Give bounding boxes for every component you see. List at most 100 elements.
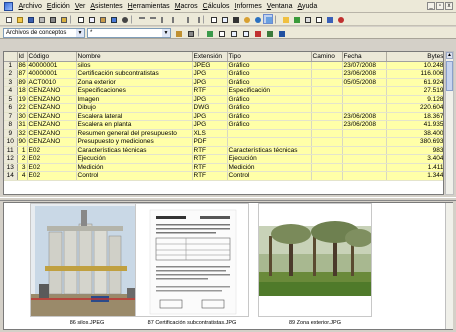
thumbnail-card[interactable]: 87 Certificación subcontratistas.JPG <box>135 203 249 329</box>
thumbnail-card[interactable]: 86 silos.JPEG <box>30 203 144 329</box>
calculator-icon[interactable] <box>302 14 312 24</box>
cell-code[interactable]: CENZANO <box>27 129 77 138</box>
cut-icon[interactable] <box>75 14 85 24</box>
row-number[interactable]: 3 <box>4 78 18 87</box>
header-path[interactable]: Camino <box>311 52 343 62</box>
cell-path[interactable] <box>311 129 343 138</box>
row-number[interactable]: 2 <box>4 69 18 79</box>
image-add-icon[interactable] <box>204 28 214 38</box>
menu-archivo[interactable]: Archivo <box>16 3 44 10</box>
cell-name[interactable]: Especificaciones <box>76 86 193 96</box>
header-code[interactable]: Código <box>27 52 77 62</box>
cell-id[interactable]: 18 <box>17 86 28 96</box>
filter-selector[interactable]: * ▼ <box>87 27 171 38</box>
thumbnail-silos[interactable] <box>30 203 144 317</box>
restore-button[interactable]: ▫ <box>436 2 444 10</box>
gallery-scrollbar[interactable] <box>445 203 453 329</box>
cell-type[interactable]: Gráfico <box>227 61 312 70</box>
table-row[interactable]: 2 87 40000001 Certificación subcontratistas… <box>4 69 443 79</box>
header-bytes[interactable]: Bytes <box>386 52 443 62</box>
row-number[interactable]: 13 <box>4 163 18 172</box>
cell-code[interactable]: CENZANO <box>27 120 77 130</box>
find-icon[interactable] <box>119 14 129 24</box>
cell-name[interactable]: Características técnicas <box>76 146 193 155</box>
cell-ext[interactable]: RTF <box>192 163 228 172</box>
cell-path[interactable] <box>311 95 343 104</box>
header-name[interactable]: Nombre <box>76 52 193 62</box>
cell-path[interactable] <box>311 163 343 172</box>
cell-ext[interactable]: RTF <box>192 171 228 181</box>
menu-asistentes[interactable]: Asistentes <box>88 3 125 10</box>
row-number[interactable]: 11 <box>4 146 18 155</box>
grid-scrollbar[interactable]: ▲ <box>445 51 454 195</box>
concept-selector[interactable]: Archivos de conceptos ▼ <box>3 27 85 38</box>
cell-name[interactable]: Ejecución <box>76 154 193 164</box>
cell-type[interactable]: Especificación <box>227 86 312 96</box>
cell-id[interactable]: 32 <box>17 129 28 138</box>
cell-id[interactable]: 30 <box>17 112 28 121</box>
chevron-down-icon[interactable]: ▼ <box>76 28 84 37</box>
cell-date[interactable]: 23/06/2008 <box>342 120 387 130</box>
properties-icon[interactable] <box>36 14 46 24</box>
menu-herramientas[interactable]: Herramientas <box>125 3 172 10</box>
cell-bytes[interactable]: 38.400 <box>386 129 443 138</box>
cell-ext[interactable]: JPEG <box>192 61 228 70</box>
cell-name[interactable]: Imagen <box>76 95 193 104</box>
thumbnail-zona-exterior[interactable] <box>258 203 372 317</box>
cell-type[interactable]: Gráfico <box>227 103 312 113</box>
folder-icon[interactable] <box>280 14 290 24</box>
header-id[interactable]: Id <box>17 52 28 62</box>
cell-type[interactable]: Características técnicas <box>227 146 312 155</box>
cell-date[interactable] <box>342 95 387 104</box>
printer-icon[interactable] <box>47 14 57 24</box>
cell-bytes[interactable]: 1.411 <box>386 163 443 172</box>
first-record-icon[interactable] <box>158 14 168 24</box>
cell-bytes[interactable]: 10.248 <box>386 61 443 70</box>
cell-name[interactable]: Presupuesto y mediciones <box>76 137 193 147</box>
cell-path[interactable] <box>311 171 343 181</box>
cell-bytes[interactable]: 380.693 <box>386 137 443 147</box>
cell-name[interactable]: Control <box>76 171 193 181</box>
cell-bytes[interactable]: 983 <box>386 146 443 155</box>
add-column-icon[interactable] <box>228 28 238 38</box>
tree-view-icon[interactable] <box>219 14 229 24</box>
cell-bytes[interactable]: 220.604 <box>386 103 443 113</box>
table-row[interactable]: 6 22 CENZANO Dibujo DWG Gráfico 220.604 <box>4 103 443 113</box>
cell-id[interactable]: 3 <box>17 163 28 172</box>
cell-path[interactable] <box>311 146 343 155</box>
table-row[interactable]: 4 18 CENZANO Especificaciones RTF Especificac… <box>4 86 443 96</box>
cell-code[interactable]: E02 <box>27 154 77 164</box>
menu-calculos[interactable]: Cálculos <box>200 3 232 10</box>
chart-icon[interactable] <box>291 14 301 24</box>
cell-id[interactable]: 4 <box>17 171 28 181</box>
menu-informes[interactable]: Informes <box>232 3 264 10</box>
table-row[interactable]: 14 4 E02 Control RTF Control 1.344 <box>4 171 443 181</box>
cell-ext[interactable]: JPG <box>192 112 228 121</box>
cell-id[interactable]: 1 <box>17 146 28 155</box>
cell-path[interactable] <box>311 120 343 130</box>
cell-name[interactable]: Certificación subcontratistas <box>76 69 193 79</box>
cell-id[interactable]: 90 <box>17 137 28 147</box>
house-icon[interactable] <box>230 14 240 24</box>
last-record-icon[interactable] <box>191 14 201 24</box>
cell-type[interactable]: Gráfico <box>227 78 312 87</box>
cell-bytes[interactable]: 3.404 <box>386 154 443 164</box>
cell-ext[interactable]: XLS <box>192 129 228 138</box>
menu-ver[interactable]: Ver <box>72 3 88 10</box>
cell-id[interactable]: 86 <box>17 61 28 70</box>
cell-id[interactable]: 22 <box>17 103 28 113</box>
cell-name[interactable]: silos <box>76 61 193 70</box>
row-number[interactable]: 6 <box>4 103 18 113</box>
table-row[interactable]: 11 1 E02 Características técnicas RTF Caracte… <box>4 146 443 155</box>
cell-code[interactable]: E02 <box>27 146 77 155</box>
scroll-up-icon[interactable]: ▲ <box>446 52 453 59</box>
table-row[interactable]: 10 90 CENZANO Presupuesto y mediciones PDF 38… <box>4 137 443 147</box>
cell-path[interactable] <box>311 61 343 70</box>
row-number[interactable]: 7 <box>4 112 18 121</box>
thumbnail-certificacion[interactable] <box>135 203 249 317</box>
header-date[interactable]: Fecha <box>342 52 387 62</box>
row-number[interactable]: 10 <box>4 137 18 147</box>
lock-icon[interactable] <box>58 14 68 24</box>
help-icon[interactable] <box>335 14 345 24</box>
cell-type[interactable] <box>227 129 312 138</box>
